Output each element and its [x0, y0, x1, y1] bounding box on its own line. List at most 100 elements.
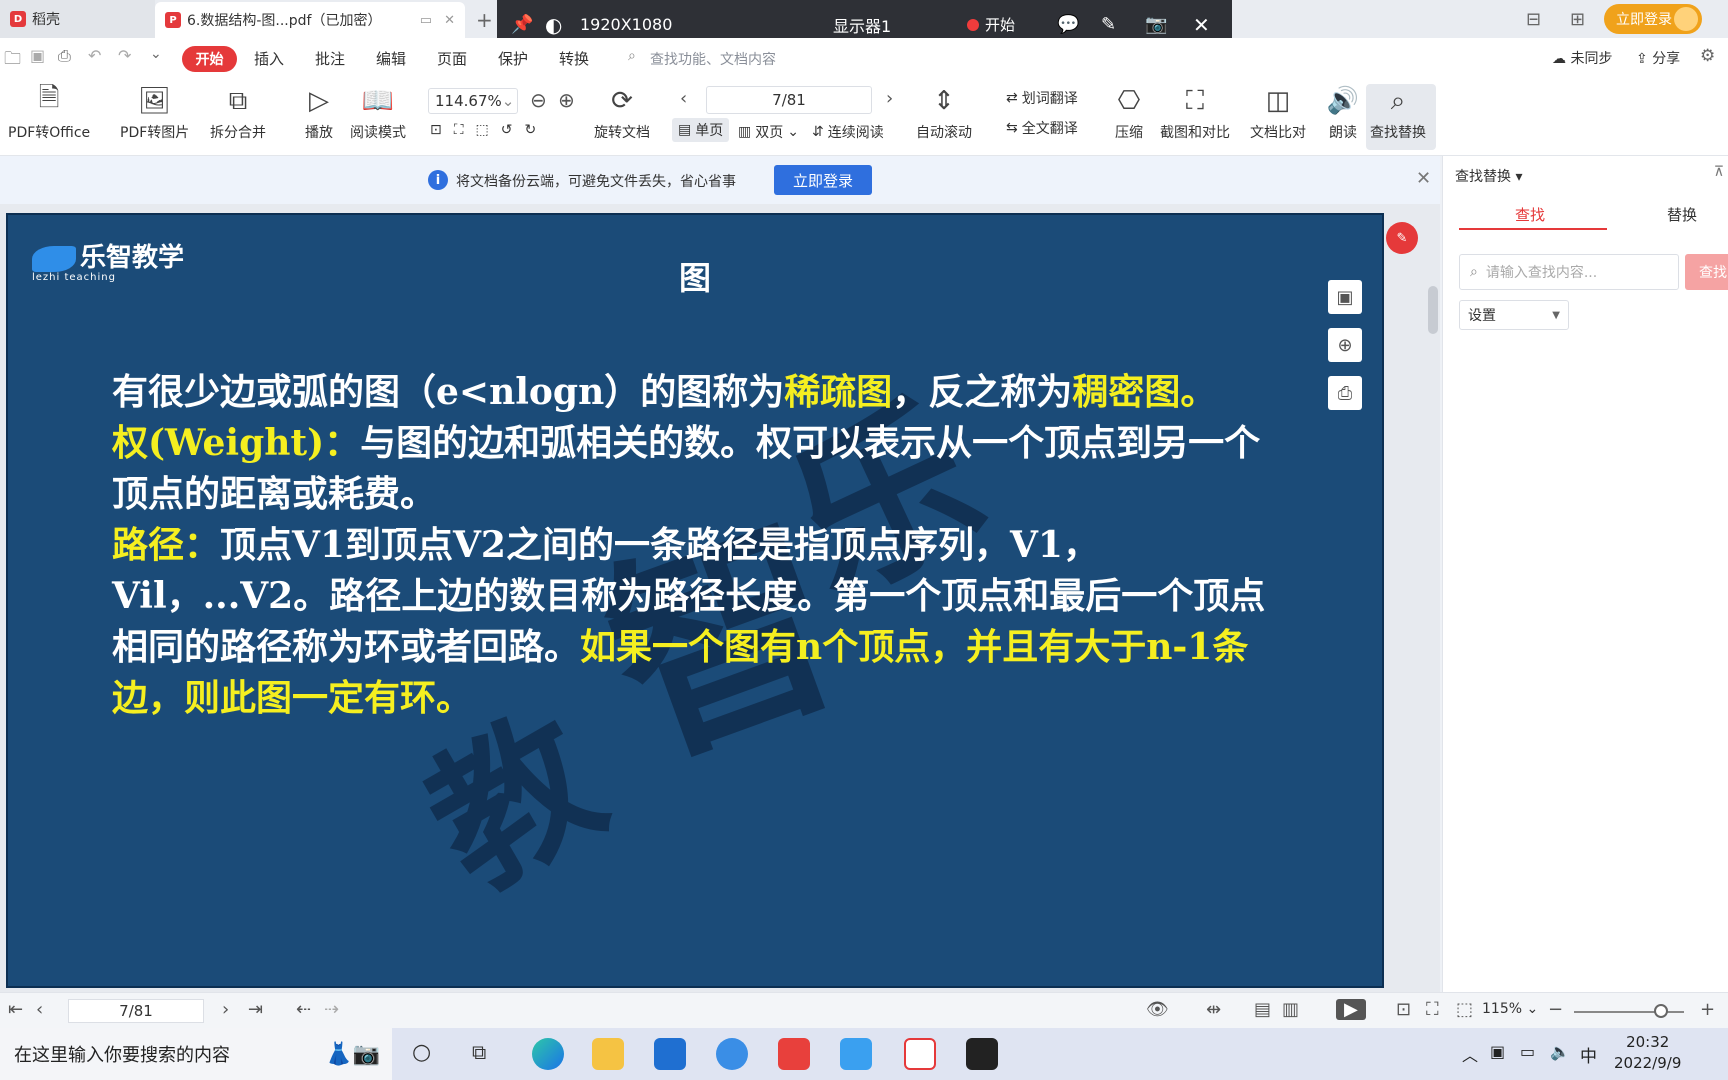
- open-folder-icon[interactable]: 🗀: [4, 46, 21, 75]
- browser-app-icon[interactable]: [716, 1038, 748, 1070]
- single-page-button[interactable]: ▤ 单页: [672, 118, 730, 142]
- word-translate-button[interactable]: ⇄ 划词翻译: [1006, 88, 1078, 108]
- prev-page-icon[interactable]: ‹: [680, 88, 687, 109]
- menu-annotate[interactable]: 批注: [315, 48, 345, 69]
- fit-width-status-icon[interactable]: ⇹: [1206, 999, 1221, 1020]
- redo-icon[interactable]: ↷: [118, 46, 131, 65]
- layout-icon[interactable]: ⊟: [1526, 6, 1541, 32]
- recorder-app-icon[interactable]: [966, 1038, 998, 1070]
- notification-close-icon[interactable]: ✕: [1416, 168, 1431, 189]
- play-status-icon[interactable]: ▶: [1336, 999, 1366, 1020]
- save-icon[interactable]: ▣: [30, 46, 45, 65]
- double-page-status-icon[interactable]: ▥: [1282, 999, 1299, 1020]
- read-mode-button[interactable]: 📖 阅读模式: [350, 84, 406, 142]
- tab-home[interactable]: D 稻壳: [0, 0, 155, 38]
- ime-indicator[interactable]: 中: [1580, 1042, 1597, 1067]
- menu-start-tab[interactable]: 开始: [182, 46, 237, 72]
- cloud-app-icon[interactable]: [840, 1038, 872, 1070]
- continuous-read-button[interactable]: ⇵ 连续阅读: [812, 122, 884, 142]
- grid-icon[interactable]: ⊞: [1570, 6, 1585, 32]
- status-page-input[interactable]: 7/81: [68, 999, 204, 1023]
- menu-page[interactable]: 页面: [437, 48, 467, 69]
- taskbar-search-input[interactable]: 在这里输入你要搜索的内容 👗📷: [0, 1028, 392, 1080]
- volume-icon[interactable]: 🔈: [1550, 1042, 1570, 1061]
- sync-status[interactable]: ☁ 未同步: [1552, 48, 1612, 68]
- forward-icon[interactable]: ⇢: [324, 999, 339, 1020]
- menu-insert[interactable]: 插入: [254, 48, 284, 69]
- vertical-scrollbar[interactable]: [1426, 210, 1440, 992]
- menu-protect[interactable]: 保护: [498, 48, 528, 69]
- fit-width-icon[interactable]: ⬚: [476, 122, 489, 138]
- status-prev-page-icon[interactable]: ‹: [36, 999, 43, 1020]
- tab-pin-icon[interactable]: ▭: [420, 13, 432, 28]
- wps-icon[interactable]: [904, 1038, 936, 1070]
- find-replace-button[interactable]: ⌕ 查找替换: [1370, 84, 1426, 142]
- rotate-document-button[interactable]: ⟳ 旋转文档: [594, 84, 650, 142]
- print-tool-icon[interactable]: ⎙: [1328, 376, 1362, 410]
- menu-edit[interactable]: 编辑: [376, 48, 406, 69]
- edge-browser-icon[interactable]: [532, 1038, 564, 1070]
- next-page-icon[interactable]: ›: [886, 88, 893, 109]
- fit-page-status-icon[interactable]: ⛶: [1426, 999, 1439, 1020]
- fit-page-icon[interactable]: ⛶: [454, 122, 464, 138]
- read-aloud-button[interactable]: 🔊 朗读: [1326, 84, 1360, 142]
- zoom-minus-icon[interactable]: −: [1548, 999, 1563, 1020]
- document-compare-button[interactable]: ◫ 文档比对: [1250, 84, 1306, 142]
- settings-select[interactable]: 设置 ▼: [1459, 300, 1569, 330]
- panel-title[interactable]: 查找替换 ▾: [1455, 166, 1522, 186]
- zoom-slider-knob[interactable]: [1654, 1004, 1668, 1018]
- settings-gear-icon[interactable]: ⚙: [1700, 46, 1715, 66]
- mail-icon[interactable]: [654, 1038, 686, 1070]
- edit-badge-icon[interactable]: ✎: [1386, 222, 1418, 254]
- zoom-in-icon[interactable]: ⊕: [558, 88, 575, 112]
- split-merge-button[interactable]: ⧉ 拆分合并: [210, 84, 266, 142]
- find-input[interactable]: ⌕ 请输入查找内容...: [1459, 254, 1679, 290]
- login-button[interactable]: 立即登录: [1604, 4, 1702, 34]
- tray-expand-icon[interactable]: ︿: [1462, 1042, 1478, 1066]
- status-zoom-select[interactable]: 115% ⌄: [1482, 1001, 1538, 1017]
- screenshot-compare-button[interactable]: ⛶ 截图和对比: [1160, 84, 1230, 142]
- share-button[interactable]: ⇪ 分享: [1636, 48, 1680, 68]
- pdf-to-office-button[interactable]: 🗎 PDF转Office: [8, 83, 90, 142]
- tab-find[interactable]: 查找: [1515, 204, 1545, 225]
- page-number-input[interactable]: 7/81: [706, 86, 872, 114]
- scrollbar-thumb[interactable]: [1428, 286, 1438, 334]
- pdf-to-image-button[interactable]: 🖼 PDF转图片: [120, 84, 189, 142]
- actual-size-icon[interactable]: ⊡: [430, 122, 442, 138]
- last-page-icon[interactable]: ⇥: [248, 999, 263, 1020]
- new-tab-button[interactable]: +: [476, 8, 493, 32]
- compress-button[interactable]: ⎔ 压缩: [1112, 84, 1146, 142]
- undo-icon[interactable]: ↶: [88, 46, 101, 65]
- zoom-out-icon[interactable]: ⊖: [530, 88, 547, 112]
- menu-convert[interactable]: 转换: [559, 48, 589, 69]
- function-search-input[interactable]: 查找功能、文档内容: [650, 49, 776, 69]
- rotate-left-icon[interactable]: ↺: [501, 122, 513, 138]
- task-view-icon[interactable]: ⧉: [472, 1040, 486, 1064]
- play-button[interactable]: ▷ 播放: [302, 84, 336, 142]
- battery-icon[interactable]: ▭: [1520, 1042, 1535, 1061]
- double-page-button[interactable]: ▥ 双页 ⌄: [738, 122, 799, 142]
- back-icon[interactable]: ⇠: [296, 999, 311, 1020]
- tab-close-icon[interactable]: ✕: [444, 13, 455, 28]
- rotate-right-icon[interactable]: ↻: [525, 122, 537, 138]
- cortana-icon[interactable]: ○: [412, 1040, 431, 1065]
- print-icon[interactable]: ⎙: [58, 46, 71, 66]
- fit-status-icon[interactable]: ⬚: [1456, 999, 1473, 1020]
- actual-size-status-icon[interactable]: ⊡: [1396, 999, 1411, 1020]
- tab-document[interactable]: P 6.数据结构-图...pdf（已加密） ▭ ✕: [155, 2, 465, 38]
- tab-replace[interactable]: 替换: [1667, 204, 1697, 225]
- more-chevron-icon[interactable]: ⌄: [150, 46, 162, 62]
- image-tool-icon[interactable]: ▣: [1328, 280, 1362, 314]
- huawei-appgallery-icon[interactable]: [778, 1038, 810, 1070]
- status-next-page-icon[interactable]: ›: [222, 999, 229, 1020]
- autoscroll-button[interactable]: ⇕ 自动滚动: [916, 84, 972, 142]
- eye-protection-icon[interactable]: 👁: [1146, 999, 1169, 1020]
- find-button[interactable]: 查找: [1685, 254, 1728, 290]
- single-page-status-icon[interactable]: ▤: [1254, 999, 1271, 1020]
- notification-login-button[interactable]: 立即登录: [774, 165, 872, 195]
- zoom-tool-icon[interactable]: ⊕: [1328, 328, 1362, 362]
- first-page-icon[interactable]: ⇤: [8, 999, 23, 1020]
- zoom-plus-icon[interactable]: +: [1700, 999, 1715, 1020]
- zoom-select[interactable]: 114.67% ⌄: [428, 88, 518, 114]
- file-explorer-icon[interactable]: [592, 1038, 624, 1070]
